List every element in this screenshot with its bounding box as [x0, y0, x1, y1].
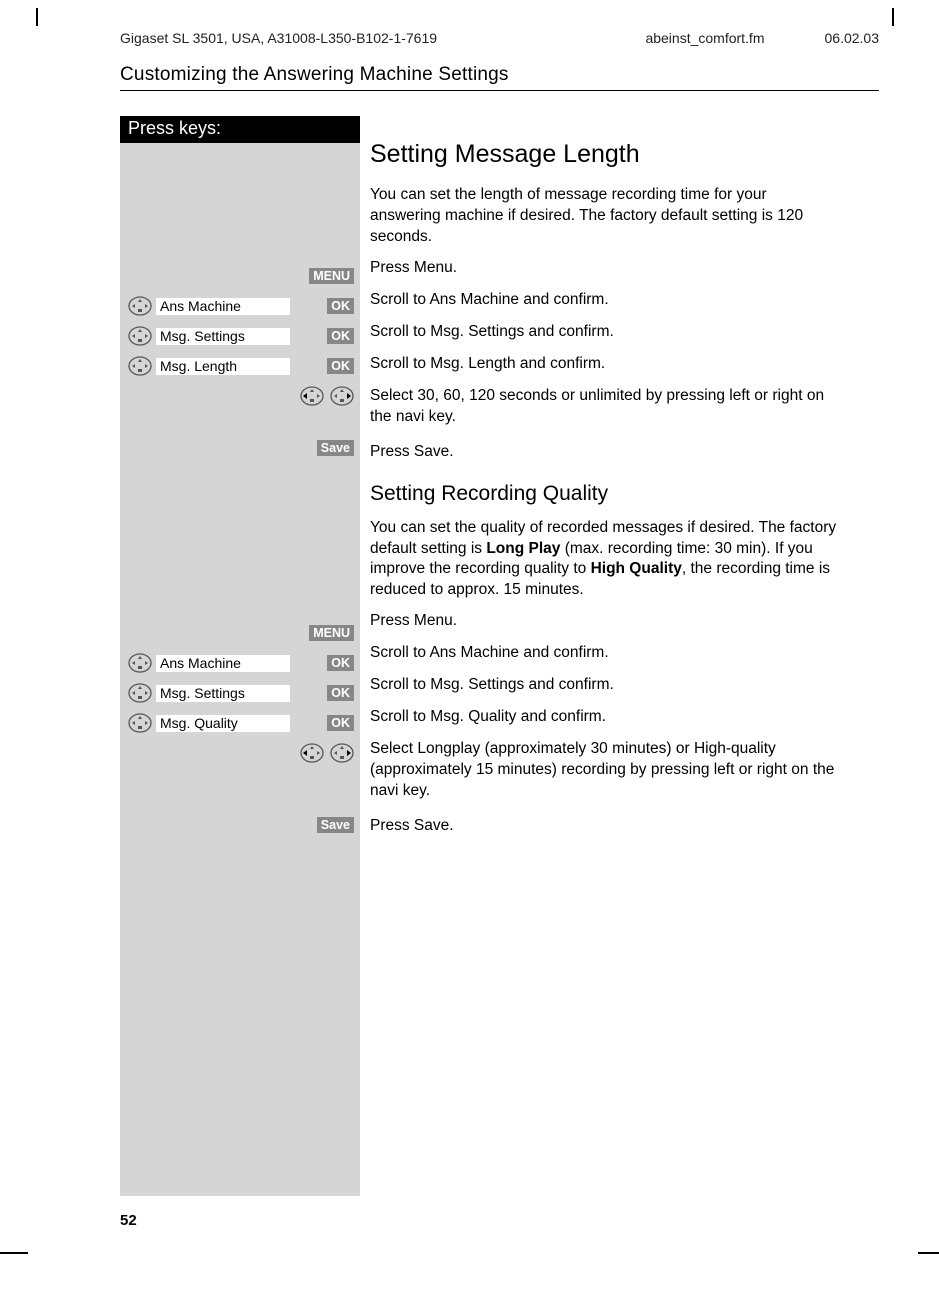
save-badge: Save: [317, 440, 354, 456]
key-row-msg-quality: Msg. Quality OK: [120, 708, 360, 738]
crop-mark: [0, 1252, 28, 1254]
navi-key-icon: [128, 683, 152, 703]
header-file: abeinst_comfort.fm: [645, 30, 764, 46]
step-ans-machine: Scroll to Ans Machine and confirm.: [370, 643, 840, 665]
step-msg-settings: Scroll to Msg. Settings and confirm.: [370, 675, 840, 697]
menu-item-ans-machine: Ans Machine: [156, 655, 290, 672]
step-press-menu: Press Menu.: [370, 258, 840, 280]
intro-message-length: You can set the length of message record…: [370, 185, 840, 248]
menu-item-msg-settings: Msg. Settings: [156, 328, 290, 345]
step-select-quality: Select Longplay (approximately 30 minute…: [370, 739, 840, 802]
header-date: 06.02.03: [825, 30, 880, 46]
navi-key-icon: [128, 356, 152, 376]
step-msg-quality: Scroll to Msg. Quality and confirm.: [370, 707, 840, 729]
navi-key-icon: [128, 326, 152, 346]
key-row-navi-lr: [120, 738, 360, 768]
ok-badge: OK: [327, 298, 354, 314]
heading-setting-message-length: Setting Message Length: [370, 140, 840, 169]
navi-key-icon: [128, 653, 152, 673]
page-number: 52: [120, 1212, 137, 1229]
press-keys-column: Press keys: MENU Ans Machine OK Msg. Set…: [120, 116, 360, 1196]
navi-key-icon: [128, 296, 152, 316]
menu-item-msg-quality: Msg. Quality: [156, 715, 290, 732]
step-press-save: Press Save.: [370, 816, 840, 838]
save-badge: Save: [317, 817, 354, 833]
crop-mark: [36, 8, 38, 26]
ok-badge: OK: [327, 358, 354, 374]
ok-badge: OK: [327, 328, 354, 344]
key-row-save: Save: [120, 810, 360, 840]
step-press-menu: Press Menu.: [370, 611, 840, 633]
page-header: Gigaset SL 3501, USA, A31008-L350-B102-1…: [120, 30, 879, 46]
step-msg-settings: Scroll to Msg. Settings and confirm.: [370, 322, 840, 344]
step-ans-machine: Scroll to Ans Machine and confirm.: [370, 290, 840, 312]
menu-item-msg-settings: Msg. Settings: [156, 685, 290, 702]
step-press-save: Press Save.: [370, 442, 840, 464]
navi-right-icon: [330, 743, 354, 763]
content-column: Setting Message Length You can set the l…: [370, 140, 840, 848]
key-row-msg-settings: Msg. Settings OK: [120, 321, 360, 351]
intro-recording-quality: You can set the quality of recorded mess…: [370, 518, 840, 602]
key-row-msg-settings: Msg. Settings OK: [120, 678, 360, 708]
ok-badge: OK: [327, 715, 354, 731]
key-row-menu: MENU: [120, 618, 360, 648]
menu-badge: MENU: [309, 268, 354, 284]
menu-item-ans-machine: Ans Machine: [156, 298, 290, 315]
text-high-quality: High Quality: [591, 560, 682, 577]
navi-key-icon: [128, 713, 152, 733]
section-title: Customizing the Answering Machine Settin…: [120, 64, 879, 91]
key-row-msg-length: Msg. Length OK: [120, 351, 360, 381]
ok-badge: OK: [327, 685, 354, 701]
ok-badge: OK: [327, 655, 354, 671]
menu-badge: MENU: [309, 625, 354, 641]
key-row-ans-machine: Ans Machine OK: [120, 291, 360, 321]
crop-mark: [892, 8, 894, 26]
key-row-menu: MENU: [120, 261, 360, 291]
press-keys-label: Press keys:: [120, 116, 360, 143]
key-row-save: Save: [120, 433, 360, 463]
heading-setting-recording-quality: Setting Recording Quality: [370, 482, 840, 506]
menu-item-msg-length: Msg. Length: [156, 358, 290, 375]
navi-left-icon: [300, 386, 324, 406]
step-select-length: Select 30, 60, 120 seconds or unlimited …: [370, 386, 840, 428]
key-row-ans-machine: Ans Machine OK: [120, 648, 360, 678]
text-long-play: Long Play: [486, 540, 560, 557]
navi-right-icon: [330, 386, 354, 406]
step-msg-length: Scroll to Msg. Length and confirm.: [370, 354, 840, 376]
key-row-navi-lr: [120, 381, 360, 411]
navi-left-icon: [300, 743, 324, 763]
header-product: Gigaset SL 3501, USA, A31008-L350-B102-1…: [120, 30, 437, 46]
crop-mark: [918, 1252, 939, 1254]
